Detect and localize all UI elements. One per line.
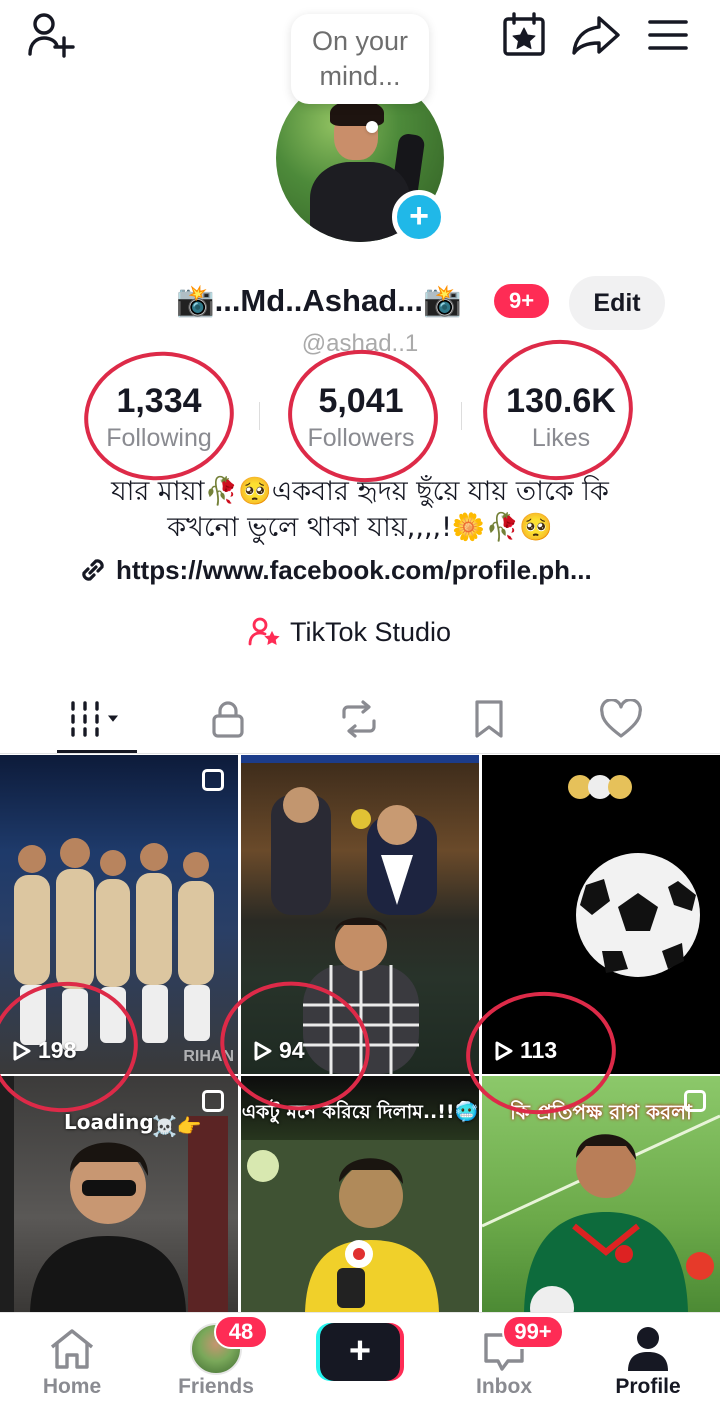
share-profile-button[interactable]: [568, 10, 624, 60]
nav-home[interactable]: Home: [12, 1313, 132, 1408]
friends-badge: 48: [214, 1315, 268, 1349]
note-text: On your mind...: [311, 26, 409, 91]
active-tab-indicator: [57, 750, 137, 753]
divider: [461, 402, 462, 430]
nav-profile[interactable]: Profile: [588, 1313, 708, 1408]
nav-profile-label: Profile: [615, 1375, 681, 1398]
nav-home-label: Home: [42, 1375, 102, 1398]
grid-videos-icon: [71, 701, 119, 737]
tiktok-studio-button[interactable]: TikTok Studio: [248, 612, 451, 652]
annotation-circle: [281, 342, 445, 490]
menu-button[interactable]: [642, 10, 694, 60]
edit-profile-button[interactable]: Edit: [569, 276, 665, 330]
multi-photo-icon: [202, 769, 224, 791]
bubble-tail: [366, 121, 378, 133]
creator-star-icon: [248, 617, 280, 646]
tab-liked[interactable]: [576, 686, 666, 752]
repost-icon: [342, 700, 376, 738]
nav-friends[interactable]: 48 Friends: [156, 1313, 276, 1408]
bio: যার মায়া🥀🥺একবার হৃদয় ছুঁয়ে যায় তাকে …: [60, 474, 660, 546]
add-story-button[interactable]: +: [392, 190, 446, 244]
tab-private[interactable]: [183, 686, 273, 752]
bottom-nav: Home 48 Friends + 99+ Inbox Profile: [0, 1312, 720, 1408]
note-bubble[interactable]: On your mind...: [291, 14, 429, 104]
nav-friends-label: Friends: [178, 1375, 254, 1398]
bio-line: কখনো ভুলে থাকা যায়,,,,!🌼🥀🥺: [167, 512, 553, 543]
link-icon: [82, 559, 104, 581]
home-icon: [50, 1329, 94, 1369]
video-thumbnail[interactable]: Loading ☠️👉: [0, 1076, 238, 1312]
profile-person-icon: [628, 1327, 668, 1371]
name-row: 📸...Md..Ashad...📸 9+ Edit: [0, 276, 720, 330]
display-name: 📸...Md..Ashad...📸: [176, 283, 462, 318]
lock-icon: [212, 701, 244, 738]
bio-link[interactable]: https://www.facebook.com/profile.ph...: [78, 552, 678, 588]
annotation-circle: [75, 342, 243, 490]
tab-favorites[interactable]: [444, 686, 534, 752]
heart-icon: [600, 699, 642, 738]
multi-photo-icon: [684, 1090, 706, 1112]
video-emoji: ☠️👉: [152, 1114, 202, 1138]
plus-icon: +: [348, 1329, 372, 1372]
plus-icon: +: [409, 196, 429, 235]
tiktok-studio-label: TikTok Studio: [290, 616, 452, 647]
multi-photo-icon: [202, 1090, 224, 1112]
inbox-badge: 99+: [502, 1315, 564, 1349]
bio-link-text: https://www.facebook.com/profile.ph...: [116, 554, 592, 585]
bookmark-icon: [475, 700, 503, 738]
video-caption: Loading: [64, 1110, 154, 1134]
nav-inbox-label: Inbox: [476, 1375, 532, 1398]
video-thumbnail[interactable]: একটু মনে করিয়ে দিলাম..!!🥶: [241, 1076, 479, 1312]
profile-tabs: [0, 686, 720, 754]
divider: [259, 402, 260, 430]
share-arrow-icon: [572, 16, 620, 55]
tab-reposts[interactable]: [314, 686, 404, 752]
nav-inbox[interactable]: 99+ Inbox: [444, 1313, 564, 1408]
calendar-star-icon: [503, 12, 545, 56]
bio-line: যার মায়া🥀🥺একবার হৃদয় ছুঁয়ে যায় তাকে …: [111, 476, 609, 507]
add-person-icon: [28, 13, 75, 58]
create-button[interactable]: +: [316, 1323, 404, 1381]
notification-badge[interactable]: 9+: [494, 284, 549, 318]
creator-calendar-button[interactable]: [498, 10, 550, 60]
tab-videos[interactable]: [52, 686, 142, 752]
add-friend-button[interactable]: [24, 10, 80, 60]
hamburger-menu-icon: [648, 20, 688, 50]
